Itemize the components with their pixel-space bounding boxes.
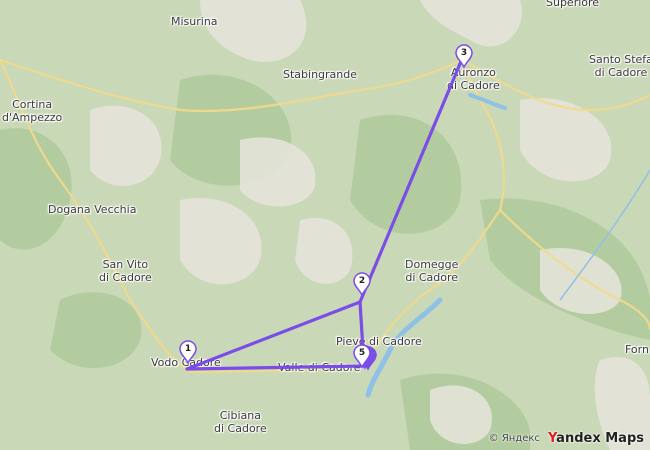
route-layer [185,57,464,371]
route-marker-1-label: 1 [184,344,192,354]
route-marker-5-label: 5 [358,348,366,358]
copyright-text[interactable]: © Яндекс [489,433,540,444]
route-marker-1[interactable]: 1 [179,340,199,366]
route-line [185,57,464,371]
yandex-maps-logo[interactable]: Yandex Maps [548,431,644,446]
logo-rest: andex Maps [556,431,644,446]
route-marker-3[interactable]: 3 [455,44,475,70]
map-view[interactable]: Superiore Misurina Stabingrande Auronzo … [0,0,650,450]
route-marker-2[interactable]: 2 [353,272,373,298]
route-marker-2-label: 2 [358,276,366,286]
route-marker-3-label: 3 [460,48,468,58]
logo-y: Y [547,431,557,446]
route-marker-stack[interactable]: 5 [353,344,377,371]
map-attribution: © Яндекс Yandex Maps [489,431,644,446]
